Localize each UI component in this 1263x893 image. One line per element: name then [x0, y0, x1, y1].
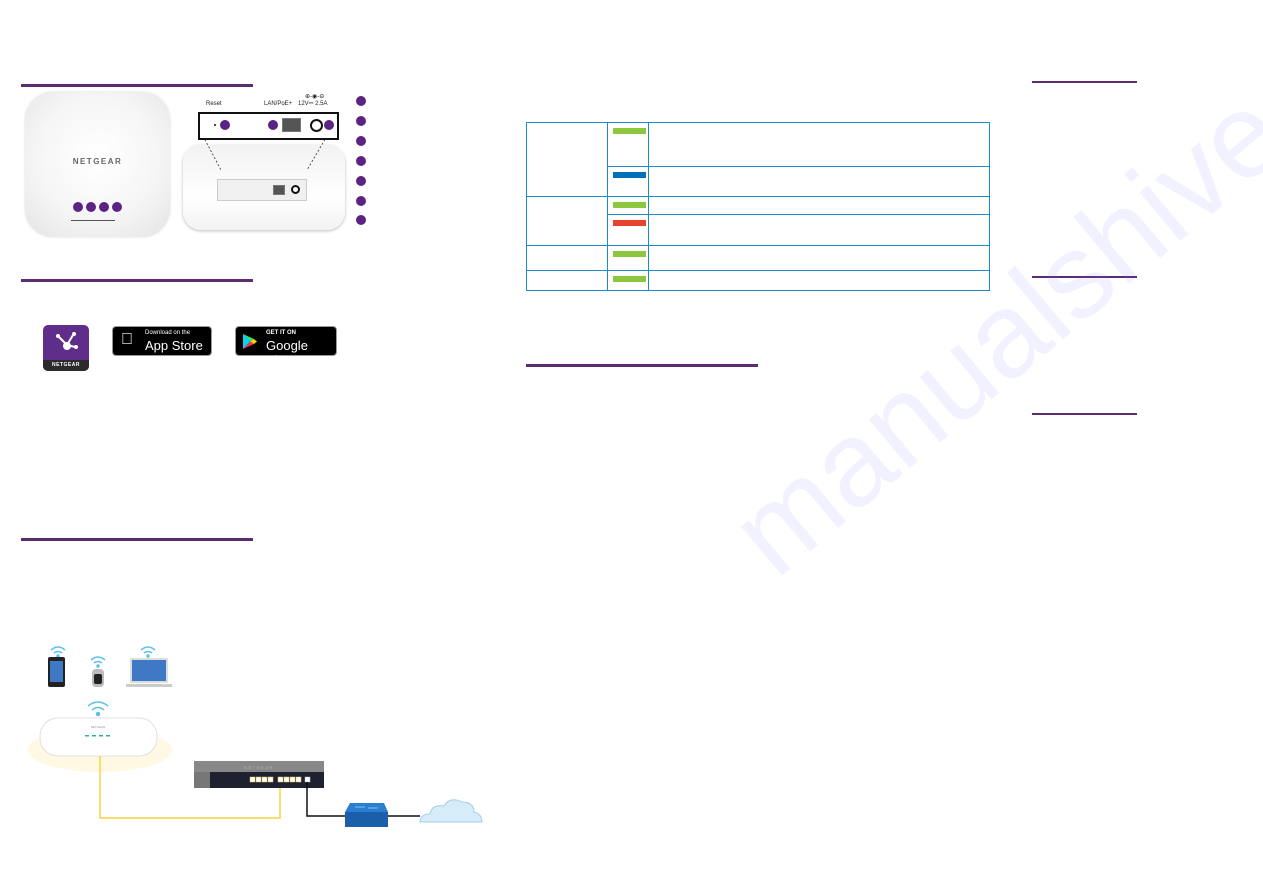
app-store-button[interactable]:  Download on the App Store [112, 326, 212, 356]
table-row [526, 196, 990, 246]
section-rule-right-3 [1032, 413, 1137, 415]
camera-icon [92, 669, 104, 687]
section-rule-diagram [21, 538, 253, 541]
phone-icon [48, 657, 65, 687]
led-color-cell [607, 196, 649, 215]
led-name-cell [526, 245, 608, 271]
app-icon-label: NETGEAR [43, 360, 89, 371]
laptop-icon [126, 658, 172, 687]
netgear-app-icon[interactable]: NETGEAR [43, 325, 89, 371]
led-name-cell [526, 270, 608, 291]
callout-bubble [220, 120, 230, 130]
reset-label: Reset [206, 101, 222, 107]
section-rule-right-2 [1032, 276, 1137, 278]
power-label: 12V⎓ 2.5A [298, 101, 328, 107]
led-color-cell [607, 122, 649, 167]
app-store-big-text: App Store [145, 338, 203, 353]
callout-bubble [324, 120, 334, 130]
front-logo: NETGEAR [72, 157, 123, 166]
network-diagram: NETGEAR NETGEAR [28, 646, 483, 827]
led-label-strip [71, 220, 115, 221]
google-play-icon [243, 334, 257, 349]
led-swatch-green [613, 276, 646, 282]
lan-port-icon [273, 185, 285, 195]
lan-port-icon [282, 118, 301, 132]
table-row [526, 122, 990, 197]
reset-pinhole-icon [214, 124, 216, 126]
google-play-button[interactable]: GET IT ON Google Play [235, 326, 337, 368]
led-description-cell [648, 196, 990, 215]
led-swatch-red [613, 220, 646, 226]
lan-poe-label: LAN/PoE+ [264, 101, 293, 107]
cloud-icon [419, 799, 483, 823]
access-point-front-image: NETGEAR [25, 92, 170, 237]
led-description-cell [648, 122, 990, 167]
callout-bubble-7 [356, 215, 366, 225]
led-name-cell [526, 196, 608, 246]
callout-bubble-3 [356, 136, 366, 146]
led-swatch-green [613, 202, 646, 208]
led-swatch-green [613, 251, 646, 257]
apple-icon:  [121, 331, 133, 349]
table-row [526, 245, 990, 271]
callout-bubble [268, 120, 278, 130]
callout-bubble [86, 202, 96, 212]
power-jack-icon [291, 185, 300, 194]
led-description-cell [648, 166, 990, 197]
access-point-diagram [39, 717, 158, 757]
led-color-cell [607, 245, 649, 271]
section-rule-app [21, 279, 253, 282]
svg-text:NETGEAR: NETGEAR [244, 765, 274, 770]
led-color-cell [607, 214, 649, 246]
google-play-small-text: GET IT ON [266, 330, 296, 336]
callout-bubble [112, 202, 122, 212]
callout-bubble-2 [356, 116, 366, 126]
led-swatch-green [613, 128, 646, 134]
ap-logo: NETGEAR [91, 725, 106, 729]
power-jack-icon [310, 119, 323, 132]
callout-bubble-1 [356, 96, 366, 106]
led-status-table [526, 122, 990, 291]
led-color-cell [607, 166, 649, 197]
led-description-cell [648, 245, 990, 271]
led-swatch-blue [613, 172, 646, 178]
table-row [526, 270, 990, 291]
led-color-cell [607, 270, 649, 291]
polarity-icon: ⊕-◉-⊖ [305, 94, 325, 100]
app-store-small-text: Download on the [145, 330, 191, 336]
led-name-cell [526, 122, 608, 197]
callout-bubble-6 [356, 196, 366, 206]
google-play-big-text: Google Play [266, 338, 308, 368]
callout-bubble [73, 202, 83, 212]
back-panel-zoom [198, 112, 339, 140]
callout-bubble-4 [356, 156, 366, 166]
watermark: manualshive.com [706, 0, 1263, 601]
callout-bubble-5 [356, 176, 366, 186]
section-rule-right-1 [1032, 81, 1137, 83]
led-description-cell [648, 270, 990, 291]
zoom-guide-lines [202, 135, 328, 171]
callout-bubble [99, 202, 109, 212]
network-node-icon [56, 332, 78, 350]
section-rule-hardware [21, 84, 253, 87]
router-icon [345, 803, 388, 827]
section-rule-middle [526, 364, 758, 367]
led-description-cell [648, 214, 990, 246]
